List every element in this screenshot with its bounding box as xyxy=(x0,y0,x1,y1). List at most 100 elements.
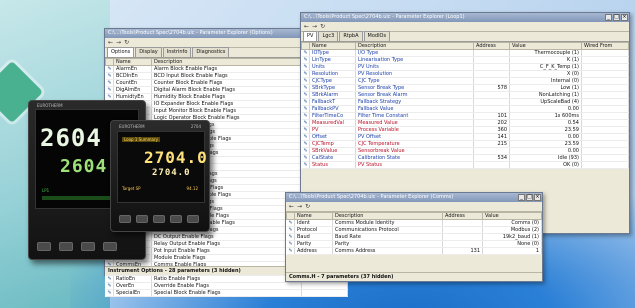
table-row[interactable]: ✎ SBrkType Sensor Break Type 578 Low (1) xyxy=(301,84,629,92)
table-row[interactable]: ✎ OverEn Override Enable Flags xyxy=(105,282,348,290)
minimize-icon[interactable]: _ xyxy=(605,14,612,21)
controller-2704-display: Loop 1 Summary 2704.0 2704.0 Target SP 9… xyxy=(117,131,207,203)
parameter-address xyxy=(442,226,483,234)
column-header-wired-from[interactable]: Wired From xyxy=(581,42,629,50)
tab-modios[interactable]: ModIOs xyxy=(363,31,391,41)
parameter-value[interactable]: NonLatching (1) xyxy=(509,91,582,99)
parameter-value[interactable]: 23.59 xyxy=(509,140,582,148)
forward-arrow-icon[interactable]: → xyxy=(312,23,317,30)
parameter-name: SpecialEn xyxy=(113,289,152,297)
table-row[interactable]: ✎ PV Process Variable 360 23.59 xyxy=(301,126,629,134)
back-arrow-icon[interactable]: ← xyxy=(304,23,309,30)
lower-key[interactable] xyxy=(153,215,165,223)
column-header-address[interactable]: Address xyxy=(473,42,510,50)
table-row[interactable]: ✎ IOType I/O Type Thermocouple (1) xyxy=(301,49,629,57)
tab-rtpba[interactable]: RtpbA xyxy=(339,31,363,41)
column-header-description[interactable]: Description xyxy=(355,42,474,50)
parameter-wired-from xyxy=(581,154,629,162)
column-header-value[interactable]: Value xyxy=(509,42,582,50)
parameter-value[interactable]: 19k2_baud (1) xyxy=(482,233,542,241)
parameter-wired-from xyxy=(581,119,629,127)
page-key[interactable] xyxy=(37,242,51,251)
parameter-value[interactable]: 23.59 xyxy=(509,126,582,134)
table-row[interactable]: ✎ Offset PV Offset 141 0.00 xyxy=(301,133,629,141)
column-header-name[interactable]: Name xyxy=(113,58,152,66)
raise-key[interactable] xyxy=(170,215,182,223)
parameter-pencil-icon: ✎ xyxy=(105,72,114,80)
maximize-icon[interactable]: □ xyxy=(613,14,620,21)
parameter-value[interactable]: UpScaleBad (4) xyxy=(509,98,582,106)
parameter-value[interactable]: 0.00 xyxy=(509,147,582,155)
refresh-icon[interactable]: ↻ xyxy=(124,39,129,46)
tab-pv[interactable]: PV xyxy=(303,31,318,41)
table-row[interactable]: ✎ Units PV Units C_F_K_Temp (1) xyxy=(301,63,629,71)
parameter-value[interactable]: 0.00 xyxy=(509,105,582,113)
table-row[interactable]: ✎ FallbackPV Fallback Value 0.00 xyxy=(301,105,629,113)
table-row[interactable]: ✎ Baud Baud Rate 19k2_baud (1) xyxy=(286,233,542,241)
minimize-icon[interactable]: _ xyxy=(518,194,525,201)
parameter-value[interactable]: 1 xyxy=(482,247,542,255)
parameter-value[interactable]: None (0) xyxy=(482,240,542,248)
back-arrow-icon[interactable]: ← xyxy=(108,39,113,46)
parameter-value[interactable]: Internal (0) xyxy=(509,77,582,85)
table-row[interactable]: ✎ CalState Calibration State 534 Idle (93) xyxy=(301,154,629,162)
table-row[interactable]: ✎ SBrkValue Sensorbreak Value 0.00 xyxy=(301,147,629,155)
auto-manual-key[interactable] xyxy=(187,215,199,223)
column-header-value[interactable]: Value xyxy=(482,212,542,220)
parameter-value[interactable]: 0.54 xyxy=(509,119,582,127)
parameter-value[interactable]: Comms (0) xyxy=(482,219,542,227)
close-icon[interactable]: × xyxy=(534,194,541,201)
parameter-value[interactable]: Modbus (2) xyxy=(482,226,542,234)
scroll-key[interactable] xyxy=(59,242,73,251)
tab-display[interactable]: Display xyxy=(135,47,162,57)
refresh-icon[interactable]: ↻ xyxy=(320,23,325,30)
forward-arrow-icon[interactable]: → xyxy=(297,203,302,210)
parameter-description: Measured Value xyxy=(355,119,474,127)
parameter-value[interactable]: X (0) xyxy=(509,70,582,78)
parameter-pencil-icon: ✎ xyxy=(105,289,114,297)
refresh-icon[interactable]: ↻ xyxy=(305,203,310,210)
table-row[interactable]: ✎ Protocol Communications Protocol Modbus (… xyxy=(286,226,542,234)
back-arrow-icon[interactable]: ← xyxy=(289,203,294,210)
table-row[interactable]: ✎ CJCType CJC Type Internal (0) xyxy=(301,77,629,85)
table-row[interactable]: ✎ CJCTemp CJC Temperature 215 23.59 xyxy=(301,140,629,148)
parameter-value[interactable]: Thermocouple (1) xyxy=(509,49,582,57)
parameter-value[interactable]: Low (1) xyxy=(509,84,582,92)
parameter-value[interactable]: 0.00 xyxy=(509,133,582,141)
target-sp-label: Target SP xyxy=(122,186,141,191)
column-header-address[interactable]: Address xyxy=(442,212,483,220)
parameter-value[interactable]: C_F_K_Temp (1) xyxy=(509,63,582,71)
tab-options[interactable]: Options xyxy=(107,47,135,57)
scroll-key[interactable] xyxy=(136,215,148,223)
table-row[interactable]: ✎ Parity Parity None (0) xyxy=(286,240,542,248)
forward-arrow-icon[interactable]: → xyxy=(116,39,121,46)
column-header-name[interactable]: Name xyxy=(309,42,356,50)
table-row[interactable]: ✎ LinType Linearisation Type K (1) xyxy=(301,56,629,64)
table-row[interactable]: ✎ MeasuredVal Measured Value 202 0.54 xyxy=(301,119,629,127)
table-row[interactable]: ✎ Resolution PV Resolution X (0) xyxy=(301,70,629,78)
table-row[interactable]: ✎ Status PV Status OK (0) xyxy=(301,161,629,169)
table-row[interactable]: ✎ Address Comms Address 131 1 xyxy=(286,247,542,255)
raise-key[interactable] xyxy=(103,242,117,251)
parameter-value[interactable]: Idle (93) xyxy=(509,154,582,162)
parameter-address xyxy=(473,147,510,155)
table-row[interactable]: ✎ SpecialEn Special Block Enable Flags xyxy=(105,289,348,297)
parameter-value[interactable]: K (1) xyxy=(509,56,582,64)
lower-key[interactable] xyxy=(81,242,95,251)
page-key[interactable] xyxy=(119,215,131,223)
parameter-value[interactable]: 1s 600ms xyxy=(509,112,582,120)
table-row[interactable]: ✎ FallbackT Fallback Strategy UpScaleBad (4… xyxy=(301,98,629,106)
parameter-description: PV Status xyxy=(355,161,474,169)
tab-lgc3[interactable]: Lgc3 xyxy=(318,31,339,41)
parameter-value[interactable]: OK (0) xyxy=(509,161,582,169)
maximize-icon[interactable]: □ xyxy=(526,194,533,201)
column-header-description[interactable]: Description xyxy=(151,58,302,66)
close-icon[interactable]: × xyxy=(621,14,628,21)
tab-diagnostics[interactable]: Diagnostics xyxy=(192,47,230,57)
table-row[interactable]: ✎ FilterTimeCo Filter Time Constant 101 1s 6… xyxy=(301,112,629,120)
table-row[interactable]: ✎ SBrkAlarm Sensor Break Alarm NonLatching … xyxy=(301,91,629,99)
tab-instrinfo[interactable]: Instrinfo xyxy=(162,47,192,57)
column-header-description[interactable]: Description xyxy=(332,212,443,220)
table-row[interactable]: ✎ Ident Comms Module Identity Comms (0) xyxy=(286,219,542,227)
column-header-name[interactable]: Name xyxy=(294,212,333,220)
